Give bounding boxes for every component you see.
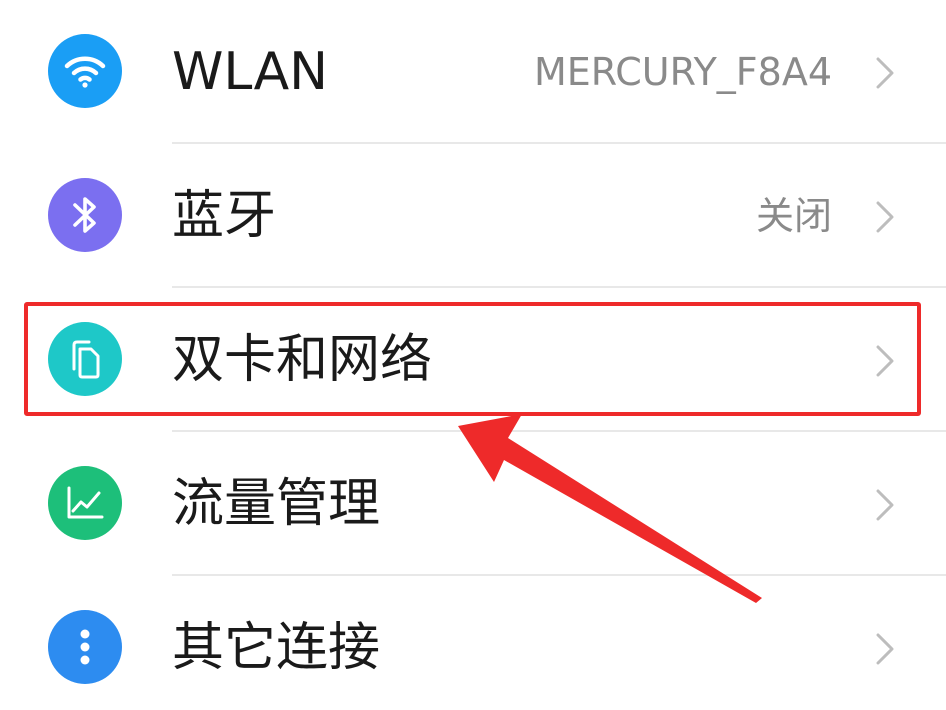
more-dots-icon — [48, 610, 122, 684]
settings-item-label: 双卡和网络 — [172, 330, 433, 390]
settings-item-value: 关闭 — [755, 194, 832, 238]
settings-item-value: MERCURY_F8A4 — [533, 50, 832, 94]
chevron-right-icon — [876, 57, 894, 89]
bluetooth-icon — [48, 178, 122, 252]
settings-item-label: 流量管理 — [172, 474, 381, 534]
settings-item-bluetooth[interactable]: 蓝牙 关闭 — [0, 144, 946, 288]
chevron-right-icon — [876, 345, 894, 377]
traffic-chart-icon — [48, 466, 122, 540]
chevron-right-icon — [876, 489, 894, 521]
settings-item-wlan[interactable]: WLAN MERCURY_F8A4 — [0, 0, 946, 144]
wifi-icon — [48, 34, 122, 108]
settings-item-label: 蓝牙 — [172, 186, 277, 246]
settings-item-dual-sim-network[interactable]: 双卡和网络 — [0, 288, 946, 432]
chevron-right-icon — [876, 201, 894, 233]
settings-item-other-connections[interactable]: 其它连接 — [0, 576, 946, 710]
settings-item-label: 其它连接 — [172, 618, 381, 678]
settings-item-traffic-management[interactable]: 流量管理 — [0, 432, 946, 576]
settings-screen: WLAN MERCURY_F8A4 蓝牙 关闭 双卡和网络 流量管理 其它连接 — [0, 0, 946, 710]
chevron-right-icon — [876, 633, 894, 665]
sim-cards-icon — [48, 322, 122, 396]
settings-item-label: WLAN — [172, 42, 329, 102]
